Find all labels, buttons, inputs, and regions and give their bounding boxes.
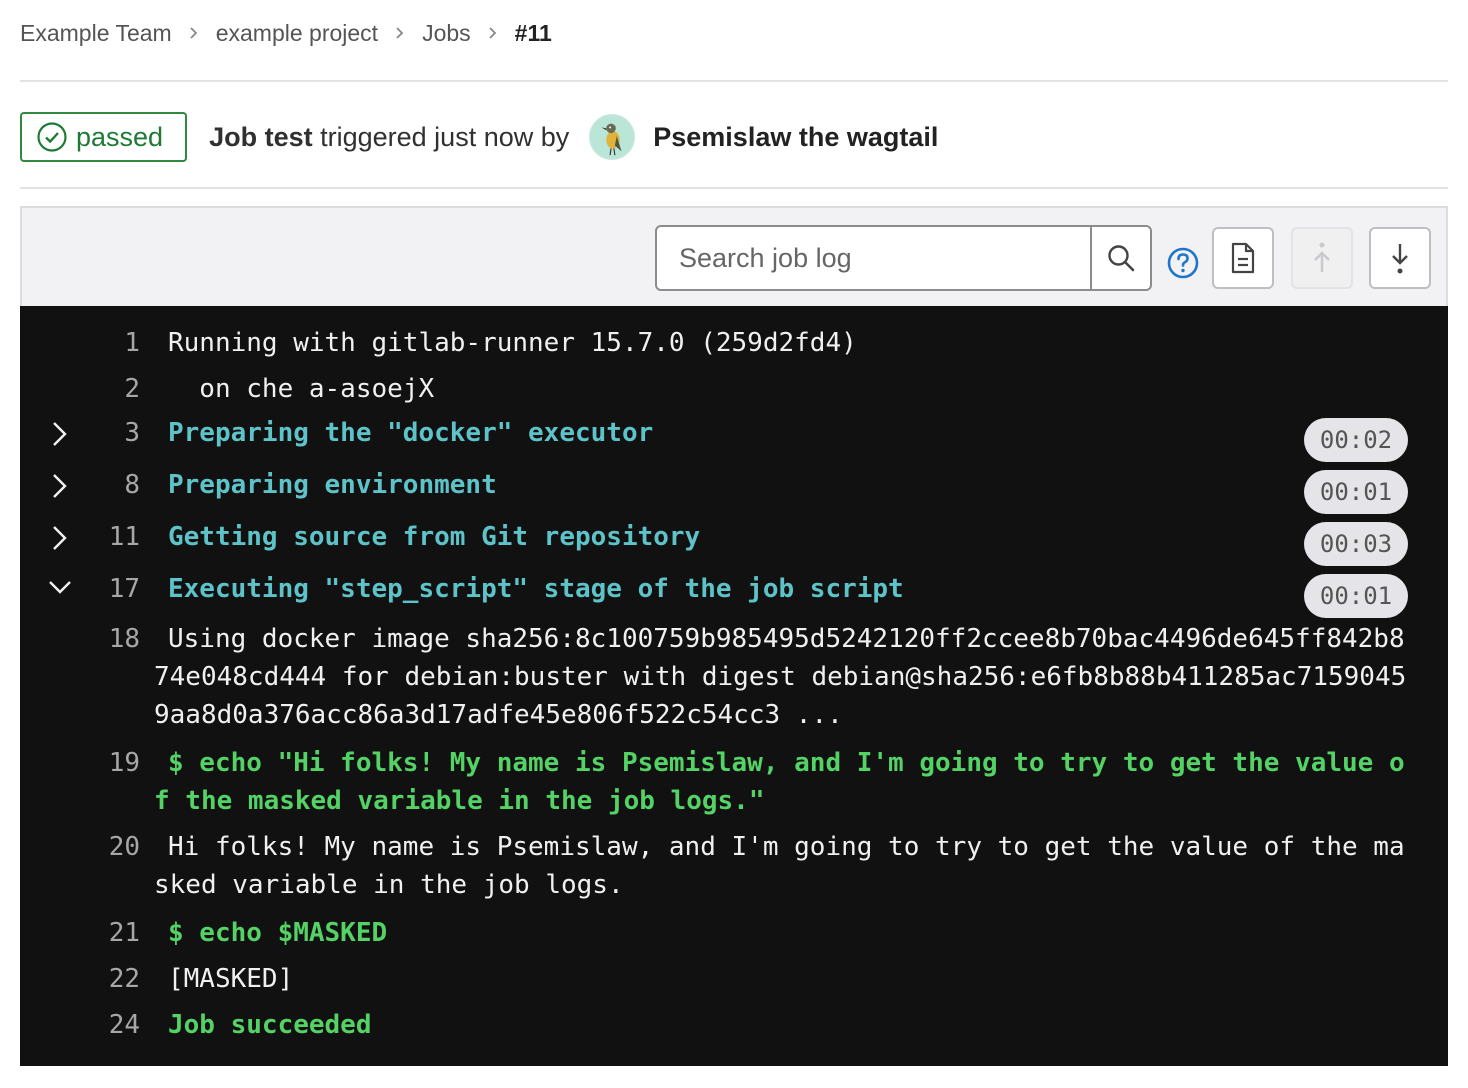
breadcrumb-jobs[interactable]: Jobs: [422, 20, 471, 47]
status-badge[interactable]: passed: [20, 112, 188, 162]
log-command: $ echo "Hi folks! My name is Psemislaw, …: [154, 748, 1405, 816]
document-icon: [1231, 242, 1255, 274]
status-label: passed: [76, 121, 164, 152]
job-name: test: [264, 121, 313, 152]
line-number[interactable]: 19: [20, 748, 140, 778]
search-icon: [1108, 245, 1135, 272]
job-header: passed Job test triggered just now by Ps…: [20, 112, 938, 162]
duration-badge: 00:03: [1304, 522, 1408, 566]
chevron-right-icon: [487, 26, 499, 40]
breadcrumb-project[interactable]: example project: [216, 20, 378, 47]
line-number[interactable]: 2: [20, 374, 140, 404]
line-number[interactable]: 8: [20, 470, 140, 500]
divider: [20, 187, 1448, 189]
raw-log-button[interactable]: [1212, 227, 1274, 289]
search-input[interactable]: [657, 227, 1090, 289]
chevron-right-icon: [394, 26, 406, 40]
line-number[interactable]: 3: [20, 418, 140, 448]
log-text: Hi folks! My name is Psemislaw, and I'm …: [154, 832, 1405, 900]
line-number[interactable]: 24: [20, 1010, 140, 1040]
log-text: Using docker image sha256:8c100759b98549…: [154, 624, 1407, 730]
user-name[interactable]: Psemislaw the wagtail: [653, 122, 938, 153]
log-text: on che a-asoejX: [168, 374, 435, 404]
log-command: $ echo $MASKED: [168, 918, 388, 948]
question-circle-icon[interactable]: [1166, 246, 1200, 280]
duration-badge: 00:01: [1304, 470, 1408, 514]
line-number[interactable]: 20: [20, 832, 140, 862]
scroll-top-button[interactable]: [1291, 227, 1353, 289]
line-number[interactable]: 11: [20, 522, 140, 552]
section-title: Executing "step_script" stage of the job…: [168, 574, 904, 604]
scroll-up-icon: [1314, 242, 1330, 272]
duration-badge: 00:01: [1304, 574, 1408, 618]
log-text: Running with gitlab-runner 15.7.0 (259d2…: [168, 328, 857, 358]
duration-badge: 00:02: [1304, 418, 1408, 462]
log-text: [MASKED]: [168, 964, 294, 994]
bird-icon: [601, 123, 622, 156]
search-button[interactable]: [1090, 227, 1150, 289]
scroll-down-icon: [1392, 244, 1408, 274]
log-command: Job succeeded: [168, 1010, 372, 1040]
job-log: 1 Running with gitlab-runner 15.7.0 (259…: [20, 306, 1448, 1066]
section-title: Preparing environment: [168, 470, 497, 500]
check-circle-icon: [37, 122, 67, 152]
chevron-right-icon: [188, 26, 200, 40]
breadcrumb: Example Team example project Jobs #11: [20, 14, 552, 52]
breadcrumb-team[interactable]: Example Team: [20, 20, 172, 47]
line-number[interactable]: 22: [20, 964, 140, 994]
job-title: Job test triggered just now by: [209, 122, 569, 153]
divider: [20, 80, 1448, 82]
search-box: [655, 225, 1152, 291]
line-number[interactable]: 1: [20, 328, 140, 358]
log-toolbar: [20, 206, 1448, 306]
triggered-text: triggered just now by: [312, 121, 570, 152]
line-number[interactable]: 17: [20, 574, 140, 604]
job-prefix: Job: [209, 121, 265, 152]
line-number[interactable]: 18: [20, 624, 140, 654]
section-title: Getting source from Git repository: [168, 522, 701, 552]
avatar[interactable]: [589, 114, 636, 160]
scroll-bottom-button[interactable]: [1369, 227, 1431, 289]
breadcrumb-current[interactable]: #11: [515, 20, 552, 47]
line-number[interactable]: 21: [20, 918, 140, 948]
section-title: Preparing the "docker" executor: [168, 418, 654, 448]
